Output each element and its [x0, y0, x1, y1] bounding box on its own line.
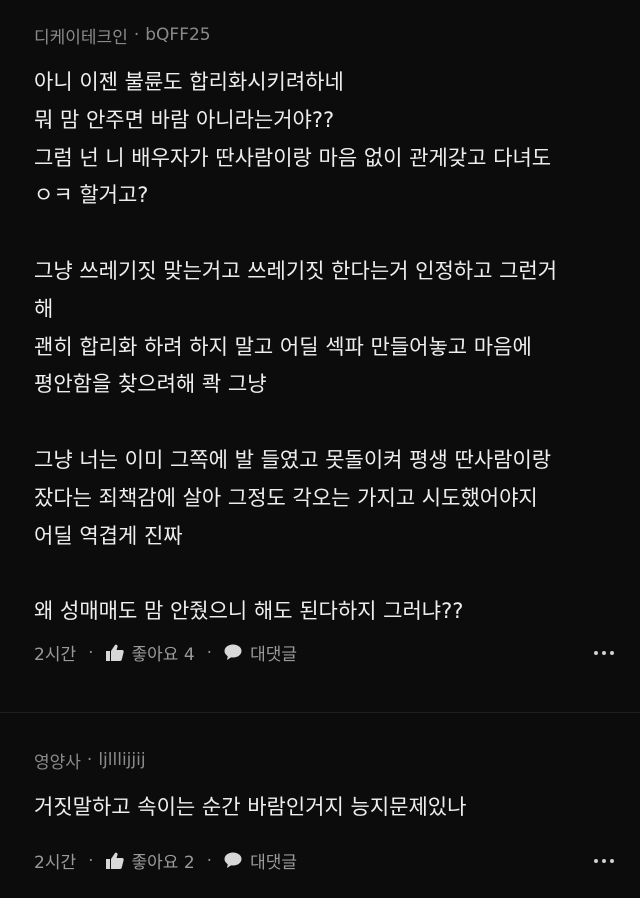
- comment-actions: 2시간 · 좋아요 2 · 대댓글: [34, 841, 614, 881]
- comment-handle: ljlllijjij: [98, 750, 146, 770]
- comment-actions: 2시간 · 좋아요 4 · 대댓글: [34, 633, 614, 673]
- thumbs-up-icon[interactable]: [105, 644, 124, 662]
- comment-line: 왜 성매매도 맘 안줬으니 해도 된다하지 그러냐??: [34, 599, 464, 624]
- comment-line: 그냥 너는 이미 그쪽에 발 들였고 못돌이켜 평생 딴사람이랑: [34, 447, 552, 472]
- comment-author[interactable]: 영양사: [34, 748, 81, 773]
- like-button[interactable]: 좋아요 4: [132, 640, 195, 665]
- action-separator: ·: [206, 850, 213, 871]
- comment-line: 괜히 합리화 하려 하지 말고 어딜 섹파 만들어놓고 마음에: [34, 334, 532, 359]
- comment-body: 아니 이젠 불륜도 합리화시키려하네 뭐 맘 안주면 바람 아니라는거야?? 그…: [34, 64, 606, 631]
- like-button[interactable]: 좋아요 2: [132, 848, 195, 873]
- comment-line: 아니 이젠 불륜도 합리화시키려하네: [34, 70, 344, 94]
- comment-handle: bQFF25: [145, 25, 211, 45]
- meta-separator: ·: [86, 750, 93, 770]
- comment: 영양사 · ljlllijjij 거짓말하고 속이는 순간 바람인거지 능지문제…: [0, 713, 640, 881]
- comment-line: ㅇㅋ 할거고?: [34, 183, 149, 208]
- comment-body: 거짓말하고 속이는 순간 바람인거지 능지문제있나: [34, 789, 606, 827]
- comment-time: 2시간: [34, 645, 77, 666]
- thumbs-up-icon[interactable]: [105, 852, 124, 870]
- comment-line: 어딜 역겹게 진짜: [34, 523, 183, 548]
- comment-author[interactable]: 디케이테크인: [34, 23, 128, 48]
- comment-line: 뭐 맘 안주면 바람 아니라는거야??: [34, 107, 335, 132]
- comment-line: 잤다는 죄책감에 살아 그정도 각오는 가지고 시도했어야지: [34, 485, 538, 510]
- meta-separator: ·: [133, 25, 140, 45]
- action-separator: ·: [88, 850, 94, 871]
- comment-line: 그냥 쓰레기짓 맞는거고 쓰레기짓 한다는거 인정하고 그런거: [34, 258, 558, 283]
- comment: 디케이테크인 · bQFF25 아니 이젠 불륜도 합리화시키려하네 뭐 맘 안…: [0, 0, 640, 712]
- comment-line: 해: [34, 296, 54, 321]
- comment-meta: 디케이테크인 · bQFF25: [34, 18, 606, 52]
- speech-bubble-icon[interactable]: [224, 644, 242, 661]
- action-separator: ·: [206, 642, 213, 663]
- reply-button[interactable]: 대댓글: [250, 640, 297, 665]
- comment-line: 평안함을 찾으려해 콱 그냥: [34, 372, 267, 397]
- reply-button[interactable]: 대댓글: [250, 848, 297, 873]
- more-dots-icon[interactable]: [594, 858, 614, 863]
- more-dots-icon[interactable]: [594, 650, 614, 655]
- comment-meta: 영양사 · ljlllijjij: [34, 743, 606, 777]
- comment-time: 2시간: [34, 853, 77, 874]
- action-separator: ·: [88, 642, 94, 663]
- comment-line: 거짓말하고 속이는 순간 바람인거지 능지문제있나: [34, 795, 467, 819]
- speech-bubble-icon[interactable]: [224, 852, 242, 869]
- comment-line: 그럼 넌 니 배우자가 딴사람이랑 마음 없이 관게갖고 다녀도: [34, 145, 552, 170]
